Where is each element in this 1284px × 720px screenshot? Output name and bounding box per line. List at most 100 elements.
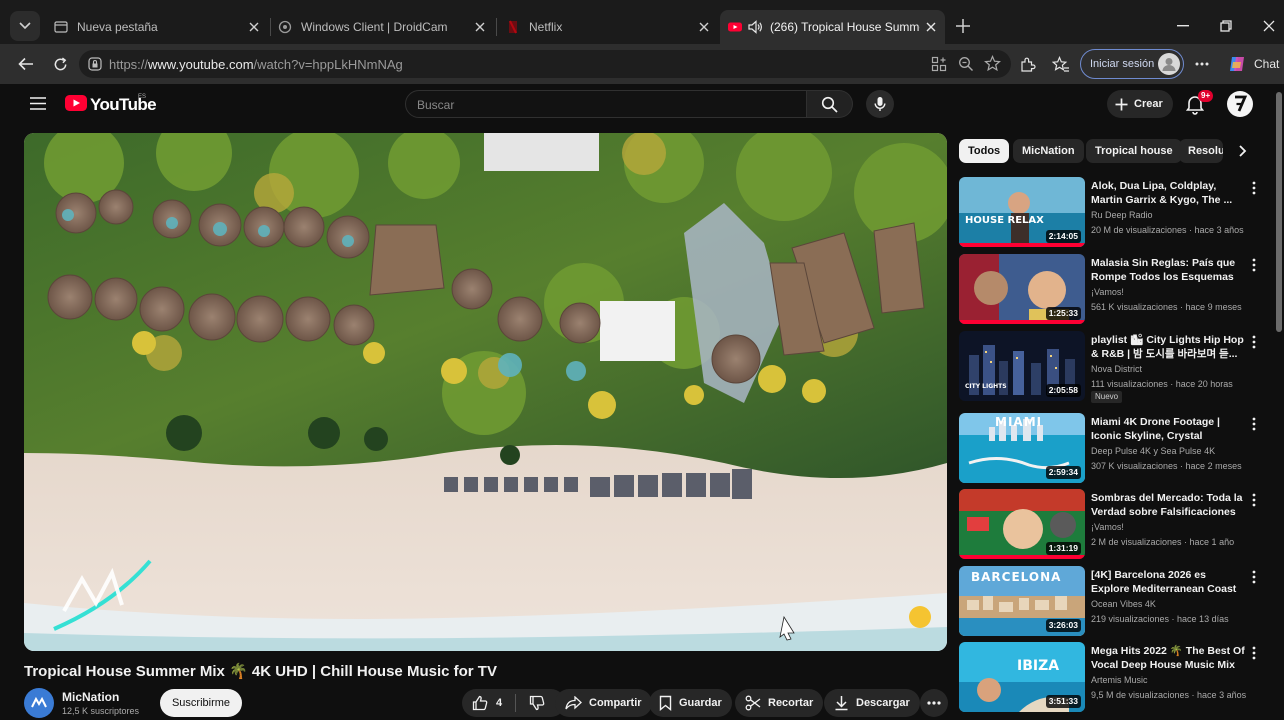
more-vertical-icon[interactable] bbox=[1251, 493, 1257, 507]
chip-micnation[interactable]: MicNation bbox=[1013, 139, 1084, 163]
guide-menu-button[interactable] bbox=[30, 97, 46, 110]
new-tab-button[interactable] bbox=[953, 16, 973, 36]
recommendation-title[interactable]: Alok, Dua Lipa, Coldplay, Martin Garrix … bbox=[1091, 179, 1246, 207]
download-button[interactable]: Descargar bbox=[824, 689, 920, 717]
more-vertical-icon[interactable] bbox=[1251, 646, 1257, 660]
star-icon[interactable] bbox=[984, 55, 1001, 72]
like-button[interactable]: 4 bbox=[472, 695, 502, 711]
channel-avatar[interactable] bbox=[24, 688, 54, 718]
recommendation-title[interactable]: playlist 🏙 City Lights Hip Hop & R&B | 밤… bbox=[1091, 333, 1246, 361]
video-thumbnail[interactable]: MIAMI 2:59:34 bbox=[959, 413, 1085, 483]
close-tab-button[interactable] bbox=[246, 19, 262, 35]
close-tab-button[interactable] bbox=[472, 19, 488, 35]
chip-resolution[interactable]: Resolu bbox=[1179, 139, 1223, 163]
dislike-button[interactable] bbox=[529, 695, 545, 711]
close-tab-button[interactable] bbox=[923, 19, 939, 35]
recommendation-channel[interactable]: ¡Vamos! bbox=[1091, 287, 1124, 297]
search-button[interactable] bbox=[807, 90, 853, 118]
tab-divider bbox=[496, 18, 497, 36]
voice-search-button[interactable] bbox=[866, 90, 894, 118]
create-button[interactable]: Crear bbox=[1107, 90, 1173, 118]
recommendation-title[interactable]: Mega Hits 2022 🌴 The Best Of Vocal Deep … bbox=[1091, 644, 1246, 672]
chips-next-button[interactable] bbox=[1233, 142, 1251, 160]
create-label: Crear bbox=[1134, 98, 1163, 110]
favorites-button[interactable] bbox=[1051, 54, 1071, 74]
tab-youtube-active[interactable]: (266) Tropical House Summer bbox=[720, 10, 945, 44]
search-input[interactable]: Buscar bbox=[405, 90, 807, 118]
close-icon bbox=[699, 22, 709, 32]
recommendation-item[interactable]: 1:31:19 Sombras del Mercado: Toda la Ver… bbox=[959, 489, 1259, 561]
zoom-icon[interactable] bbox=[958, 56, 974, 72]
recommendation-item[interactable]: HOUSE RELAX 2:14:05 Alok, Dua Lipa, Cold… bbox=[959, 177, 1259, 249]
more-vertical-icon[interactable] bbox=[1251, 417, 1257, 431]
sign-in-button[interactable]: Iniciar sesión bbox=[1080, 49, 1184, 79]
app-available-icon[interactable] bbox=[931, 56, 947, 72]
recommendation-channel[interactable]: Artemis Music bbox=[1091, 675, 1148, 685]
subscribe-button[interactable]: Suscribirme bbox=[160, 689, 242, 717]
recommendation-title[interactable]: Malasia Sin Reglas: País que Rompe Todos… bbox=[1091, 256, 1246, 284]
recommendation-title[interactable]: Sombras del Mercado: Toda la Verdad sobr… bbox=[1091, 491, 1246, 519]
video-duration: 1:31:19 bbox=[1045, 542, 1081, 555]
tab-droidcam[interactable]: Windows Client | DroidCam bbox=[274, 10, 494, 44]
tab-new-tab[interactable]: Nueva pestaña bbox=[50, 10, 268, 44]
video-thumbnail[interactable]: HOUSE RELAX 2:14:05 bbox=[959, 177, 1085, 247]
recommendation-channel[interactable]: Ru Deep Radio bbox=[1091, 210, 1153, 220]
video-thumbnail[interactable]: BARCELONA 3:26:03 bbox=[959, 566, 1085, 636]
copilot-icon bbox=[1230, 57, 1244, 71]
channel-name[interactable]: MicNation bbox=[62, 690, 119, 704]
restore-icon bbox=[1220, 20, 1232, 32]
video-thumbnail[interactable]: IBIZA 3:51:33 bbox=[959, 642, 1085, 712]
more-vertical-icon[interactable] bbox=[1251, 258, 1257, 272]
minimize-button[interactable] bbox=[1173, 16, 1193, 36]
more-vertical-icon[interactable] bbox=[1251, 181, 1257, 195]
video-duration: 3:26:03 bbox=[1045, 619, 1081, 632]
speaker-icon[interactable] bbox=[748, 20, 763, 34]
video-title: Tropical House Summer Mix 🌴 4K UHD | Chi… bbox=[24, 663, 497, 680]
more-vertical-icon[interactable] bbox=[1251, 335, 1257, 349]
plus-icon bbox=[956, 19, 970, 33]
chip-all[interactable]: Todos bbox=[959, 139, 1010, 163]
scrollbar-thumb[interactable] bbox=[1276, 92, 1282, 332]
share-button[interactable]: Compartir bbox=[555, 689, 652, 717]
chip-tropical-house[interactable]: Tropical house bbox=[1086, 139, 1182, 163]
recommendation-item[interactable]: 1:25:33 Malasia Sin Reglas: País que Rom… bbox=[959, 254, 1259, 326]
thumbnail-text: IBIZA bbox=[1017, 658, 1060, 674]
share-label: Compartir bbox=[589, 697, 642, 709]
more-vertical-icon[interactable] bbox=[1251, 570, 1257, 584]
netflix-icon bbox=[509, 20, 517, 34]
recommendation-channel[interactable]: ¡Vamos! bbox=[1091, 522, 1124, 532]
restore-button[interactable] bbox=[1216, 16, 1236, 36]
copilot-button[interactable] bbox=[1227, 54, 1247, 74]
recommendation-channel[interactable]: Deep Pulse 4K y Sea Pulse 4K bbox=[1091, 446, 1215, 456]
recommendation-title[interactable]: Miami 4K Drone Footage | Iconic Skyline,… bbox=[1091, 415, 1246, 443]
clip-button[interactable]: Recortar bbox=[735, 689, 824, 717]
video-thumbnail[interactable]: 1:25:33 bbox=[959, 254, 1085, 324]
close-window-button[interactable] bbox=[1259, 16, 1279, 36]
recommendation-item[interactable]: IBIZA 3:51:33 Mega Hits 2022 🌴 The Best … bbox=[959, 642, 1259, 714]
video-player[interactable] bbox=[24, 133, 947, 651]
video-thumbnail[interactable]: CITY LIGHTS 2:05:58 bbox=[959, 331, 1085, 401]
recommendation-title[interactable]: [4K] Barcelona 2026 es Explore Mediterra… bbox=[1091, 568, 1246, 596]
chevron-down-icon bbox=[19, 22, 31, 30]
recommendation-item[interactable]: MIAMI 2:59:34 Miami 4K Drone Footage | I… bbox=[959, 413, 1259, 485]
chat-label[interactable]: Chat bbox=[1254, 57, 1279, 71]
tab-netflix[interactable]: Netflix bbox=[502, 10, 718, 44]
address-bar[interactable]: https://www.youtube.com/watch?v=hppLkHNm… bbox=[79, 50, 1011, 78]
video-thumbnail[interactable]: 1:31:19 bbox=[959, 489, 1085, 559]
more-actions-button[interactable] bbox=[920, 689, 948, 717]
back-button[interactable] bbox=[16, 54, 36, 74]
browser-menu-button[interactable] bbox=[1192, 54, 1212, 74]
download-label: Descargar bbox=[856, 697, 910, 709]
extensions-button[interactable] bbox=[1017, 54, 1037, 74]
recommendation-channel[interactable]: Ocean Vibes 4K bbox=[1091, 599, 1156, 609]
tab-actions-menu-button[interactable] bbox=[10, 11, 40, 41]
account-avatar[interactable] bbox=[1227, 91, 1253, 117]
recommendation-item[interactable]: BARCELONA 3:26:03 [4K] Barcelona 2026 es… bbox=[959, 566, 1259, 638]
close-tab-button[interactable] bbox=[696, 19, 712, 35]
account-avatar-icon bbox=[1235, 95, 1248, 112]
save-button[interactable]: Guardar bbox=[649, 689, 732, 717]
recommendation-item[interactable]: CITY LIGHTS 2:05:58 playlist 🏙 City Ligh… bbox=[959, 331, 1259, 403]
recommendation-channel[interactable]: Nova District bbox=[1091, 364, 1142, 374]
youtube-logo-icon bbox=[65, 95, 87, 111]
reload-button[interactable] bbox=[50, 54, 70, 74]
